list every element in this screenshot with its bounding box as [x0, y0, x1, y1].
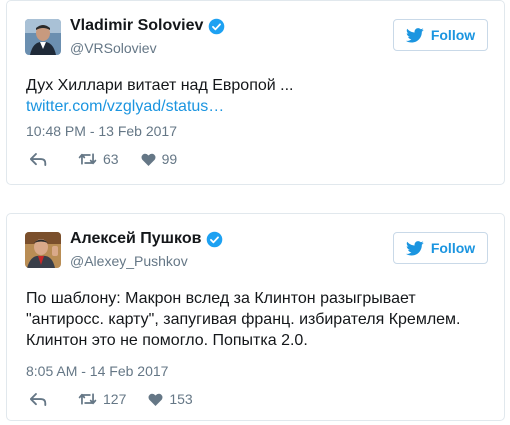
- author-name[interactable]: Vladimir Soloviev: [70, 17, 225, 35]
- tweet-text: Дух Хиллари витает над Европой ... twitt…: [26, 75, 490, 117]
- reply-button[interactable]: [30, 152, 53, 166]
- user-photo-icon: [25, 19, 61, 55]
- reply-button[interactable]: [30, 392, 53, 406]
- retweet-icon: [78, 393, 97, 405]
- tweet-text-line: По шаблону: Макрон вслед за Клинтон разы…: [26, 290, 416, 307]
- retweet-button[interactable]: 63: [78, 151, 119, 167]
- author-name-text[interactable]: Vladimir Soloviev: [70, 17, 203, 35]
- follow-label: Follow: [430, 27, 476, 43]
- user-photo-icon: [25, 232, 61, 268]
- verified-badge-icon: [209, 18, 225, 34]
- twitter-bird-icon: [405, 240, 424, 255]
- verified-badge-icon: [207, 231, 223, 247]
- like-button[interactable]: 153: [148, 391, 193, 407]
- heart-icon: [148, 393, 163, 406]
- like-count: 153: [169, 391, 193, 407]
- author-name[interactable]: Алексей Пушков: [70, 230, 223, 248]
- twitter-bird-icon: [405, 27, 424, 42]
- retweet-button[interactable]: 127: [78, 391, 126, 407]
- tweet-timestamp[interactable]: 10:48 PM - 13 Feb 2017: [26, 123, 177, 139]
- tweet-actions: 127 153: [30, 391, 215, 407]
- retweet-icon: [78, 153, 97, 165]
- tweet-link[interactable]: twitter.com/vzglyad/status…: [26, 96, 490, 117]
- avatar[interactable]: [25, 232, 61, 268]
- retweet-count: 63: [103, 151, 119, 167]
- author-handle[interactable]: @Alexey_Pushkov: [70, 253, 188, 269]
- reply-icon: [30, 392, 47, 406]
- follow-label: Follow: [430, 240, 476, 256]
- heart-icon: [141, 153, 156, 166]
- retweet-count: 127: [103, 391, 127, 407]
- author-handle[interactable]: @VRSoloviev: [70, 40, 157, 56]
- author-name-text[interactable]: Алексей Пушков: [70, 230, 201, 248]
- tweet-card: Vladimir Soloviev @VRSoloviev Follow Дух…: [6, 0, 505, 185]
- tweet-timestamp[interactable]: 8:05 AM - 14 Feb 2017: [26, 363, 168, 379]
- tweet-card: Алексей Пушков @Alexey_Pushkov Follow По…: [6, 213, 505, 421]
- reply-icon: [30, 152, 47, 166]
- tweet-text: По шаблону: Макрон вслед за Клинтон разы…: [26, 288, 490, 351]
- like-button[interactable]: 99: [141, 151, 178, 167]
- tweet-actions: 63 99: [30, 151, 199, 167]
- follow-button[interactable]: Follow: [393, 19, 488, 51]
- tweet-text-line: Дух Хиллари витает над Европой ...: [26, 77, 294, 94]
- follow-button[interactable]: Follow: [393, 232, 488, 264]
- avatar[interactable]: [25, 19, 61, 55]
- tweet-text-line: "антиросс. карту", запугивая франц. изби…: [26, 311, 461, 328]
- like-count: 99: [161, 151, 178, 167]
- tweet-text-line: Клинтон это не помогло. Попытка 2.0.: [26, 332, 308, 349]
